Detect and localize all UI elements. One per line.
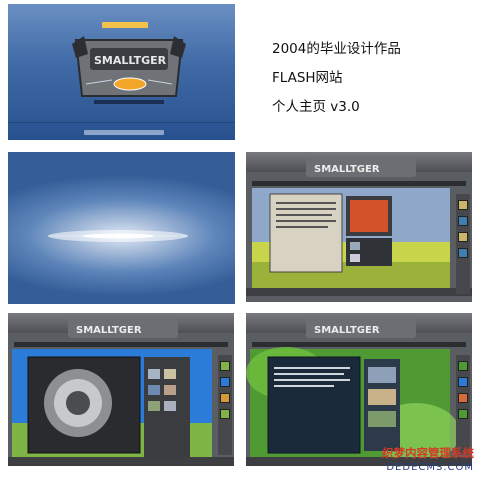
watermark: 织梦内容管理系统 DEDECMS.COM [352,445,474,473]
intro-screen: SMALLTGER [8,4,235,140]
thumbnail[interactable] [458,409,468,419]
thumbnail[interactable] [220,361,230,371]
page-about: SMALLTGER [246,152,472,302]
light-streak-graphic [48,230,188,242]
caption-line-2: FLASH网站 [272,70,343,86]
thumbnail[interactable] [220,409,230,419]
smalltiger-logo: SMALLTGER [72,36,186,104]
loading-screen [8,152,235,304]
intro-footer-text [84,130,164,135]
thumbnail[interactable] [220,377,230,387]
gallery-content [8,349,234,466]
intro-top-label [102,22,148,28]
page-gallery: SMALLTGER [8,313,234,466]
thumbnail-sidebar[interactable] [456,355,470,455]
thumbnail[interactable] [458,232,468,242]
thumbnail[interactable] [220,393,230,403]
page-guestbook: SMALLTGER [246,313,472,466]
thumbnail[interactable] [458,393,468,403]
thumbnail[interactable] [458,361,468,371]
watermark-title: 织梦内容管理系统 [382,446,474,460]
thumbnail[interactable] [458,216,468,226]
thumbnail-sidebar[interactable] [456,194,470,294]
about-content [246,188,472,296]
thumbnail[interactable] [458,200,468,210]
guestbook-content [246,347,472,466]
thumbnail[interactable] [458,377,468,387]
caption-line-3: 个人主页 v3.0 [272,99,360,115]
caption-line-1: 2004的毕业设计作品 [272,41,401,57]
watermark-url: DEDECMS.COM [386,462,474,473]
thumbnail[interactable] [458,248,468,258]
thumbnail-sidebar[interactable] [218,355,232,455]
intro-horizon-line [8,122,235,123]
logo-text: SMALLTGER [94,54,167,67]
